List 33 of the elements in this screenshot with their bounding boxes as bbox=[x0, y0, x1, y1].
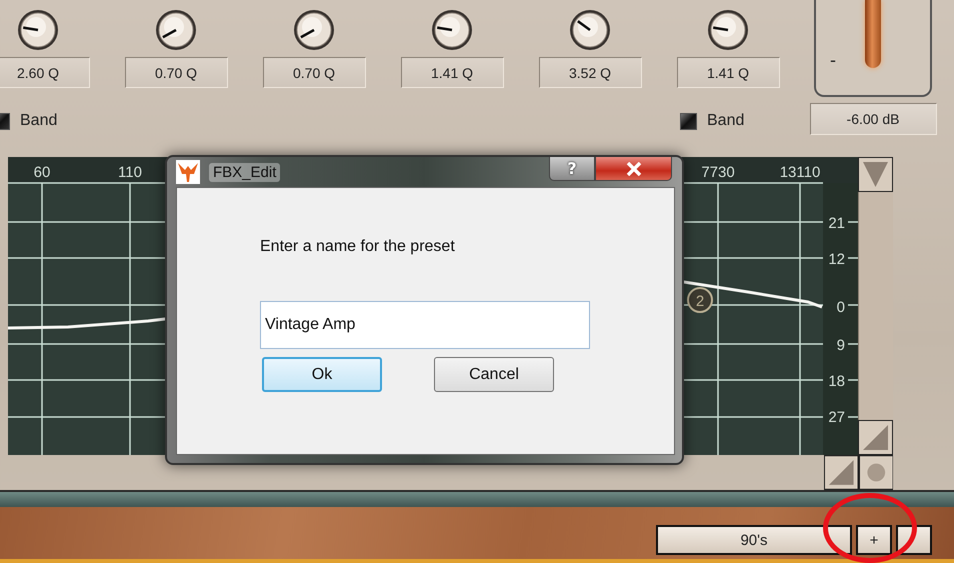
gain-label: 9 bbox=[836, 337, 845, 354]
prompt-text: Enter a name for the preset bbox=[260, 238, 456, 256]
q-value-field[interactable]: 0.70 Q bbox=[262, 57, 366, 88]
add-preset-button[interactable]: + bbox=[856, 525, 892, 555]
q-value-field[interactable]: 1.41 Q bbox=[400, 57, 504, 88]
q-value-field[interactable]: 0.70 Q bbox=[124, 57, 228, 88]
q-value-field[interactable]: 3.52 Q bbox=[538, 57, 642, 88]
preset-button[interactable]: 90's bbox=[656, 525, 852, 555]
close-icon bbox=[626, 162, 642, 176]
q-value-field[interactable]: 1.41 Q bbox=[676, 57, 780, 88]
band-checkbox[interactable] bbox=[680, 112, 697, 130]
frequency-label: 13110 bbox=[780, 164, 820, 181]
fader-rod[interactable] bbox=[865, 0, 881, 68]
band-label: Band bbox=[20, 112, 58, 130]
gain-label: 21 bbox=[828, 215, 845, 232]
circle-button-icon[interactable] bbox=[858, 455, 893, 490]
close-button[interactable] bbox=[595, 157, 672, 181]
dialog-title: FBX_Edit bbox=[209, 162, 280, 182]
gain-label: 27 bbox=[828, 409, 845, 426]
ok-button[interactable]: Ok bbox=[262, 357, 382, 392]
cancel-button[interactable]: Cancel bbox=[434, 357, 554, 392]
bird-logo-icon bbox=[176, 160, 200, 184]
gain-label: 18 bbox=[828, 373, 845, 390]
preset-name-field[interactable]: Vintage Amp bbox=[260, 301, 590, 349]
gain-label: 12 bbox=[828, 251, 845, 268]
gain-label: 0 bbox=[836, 299, 845, 316]
minus-label: - bbox=[830, 50, 836, 71]
frequency-label: 60 bbox=[34, 164, 50, 181]
frequency-label: 110 bbox=[118, 164, 142, 181]
frequency-label: 7730 bbox=[701, 164, 735, 181]
band-label: Band bbox=[707, 112, 744, 130]
q-value-field[interactable]: 2.60 Q bbox=[0, 57, 90, 88]
gain-field[interactable]: -6.00 dB bbox=[810, 103, 936, 135]
